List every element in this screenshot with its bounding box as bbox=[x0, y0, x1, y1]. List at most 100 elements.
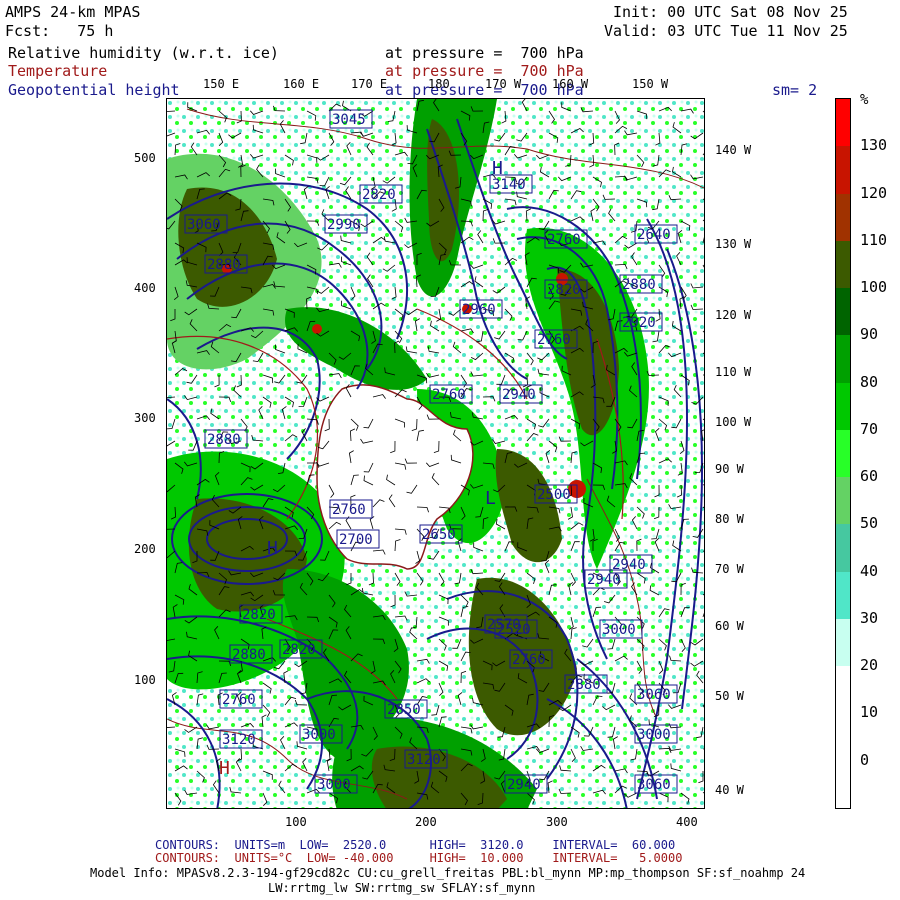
smoothing-label: sm= 2 bbox=[772, 81, 818, 99]
colorbar-label: 70 bbox=[860, 419, 879, 438]
height-label: 3120 bbox=[407, 752, 441, 768]
height-label: 2820 bbox=[282, 642, 316, 658]
height-label: 2940 bbox=[612, 557, 646, 573]
colorbar-label: 30 bbox=[860, 608, 879, 627]
height-label: 3045 bbox=[332, 112, 366, 128]
height-label: 2640 bbox=[637, 227, 671, 243]
colorbar-label: 0 bbox=[860, 750, 870, 769]
height-label: 2570 bbox=[487, 617, 521, 633]
low-pressure-marker: L bbox=[485, 488, 496, 509]
y-tick-label: 400 bbox=[134, 281, 156, 295]
contour-info-temp: CONTOURS: UNITS=°C LOW= -40.000 HIGH= 10… bbox=[155, 851, 683, 865]
colorbar-segment bbox=[836, 382, 850, 431]
height-label: 2760 bbox=[512, 652, 546, 668]
height-label: 2820 bbox=[362, 187, 396, 203]
colorbar-unit: % bbox=[860, 92, 869, 108]
height-label: 2700 bbox=[339, 532, 373, 548]
lon-label-right: 70 W bbox=[715, 562, 744, 576]
x-tick-label: 400 bbox=[676, 815, 698, 829]
model-info-physics: LW:rrtmg_lw SW:rrtmg_sw SFLAY:sf_mynn bbox=[268, 881, 536, 895]
colorbar-label: 90 bbox=[860, 325, 879, 344]
colorbar-label: 100 bbox=[860, 278, 888, 297]
height-label: 2940 bbox=[587, 572, 621, 588]
lon-label-right: 90 W bbox=[715, 462, 744, 476]
lon-label: 160 W bbox=[552, 77, 589, 91]
valid-time: Valid: 03 UTC Tue 11 Nov 25 bbox=[604, 22, 848, 40]
height-label: 3000 bbox=[602, 622, 636, 638]
height-label: 2820 bbox=[242, 607, 276, 623]
field-name-temp: Temperature bbox=[8, 62, 108, 80]
colorbar-segment bbox=[836, 571, 850, 620]
lon-label: 170 W bbox=[485, 77, 522, 91]
map-canvas: H L H H 3045 3140 3060 2990 2880 2820 2760 2640… bbox=[167, 99, 704, 808]
colorbar-segment bbox=[836, 760, 850, 809]
x-tick-label: 300 bbox=[546, 815, 568, 829]
colorbar-segment bbox=[836, 335, 850, 384]
height-label: 3060 bbox=[637, 777, 671, 793]
init-time: Init: 00 UTC Sat 08 Nov 25 bbox=[613, 3, 848, 21]
y-tick-label: 500 bbox=[134, 151, 156, 165]
colorbar-label: 60 bbox=[860, 467, 879, 486]
lon-label: 150 W bbox=[632, 77, 669, 91]
lon-label: 160 E bbox=[283, 77, 320, 91]
height-label: 2960 bbox=[462, 302, 496, 318]
lon-label-right: 50 W bbox=[715, 689, 744, 703]
high-pressure-marker: H bbox=[219, 758, 230, 779]
colorbar-segment bbox=[836, 713, 850, 762]
forecast-hour: Fcst: 75 h bbox=[5, 22, 114, 40]
colorbar bbox=[835, 98, 851, 809]
height-label: 3060 bbox=[187, 217, 221, 233]
colorbar-label: 20 bbox=[860, 656, 879, 675]
lon-label-right: 60 W bbox=[715, 619, 744, 633]
colorbar-segment bbox=[836, 524, 850, 573]
colorbar-segment bbox=[836, 146, 850, 195]
high-pressure-marker: H bbox=[267, 538, 278, 559]
lon-label-right: 130 W bbox=[715, 237, 752, 251]
height-label: 2940 bbox=[507, 777, 541, 793]
colorbar-segment bbox=[836, 618, 850, 667]
height-label: 2500 bbox=[537, 487, 571, 503]
y-tick-label: 200 bbox=[134, 542, 156, 556]
height-label: 2850 bbox=[387, 702, 421, 718]
lon-label: 170 E bbox=[351, 77, 388, 91]
height-label: 2760 bbox=[547, 232, 581, 248]
contour-info-height: CONTOURS: UNITS=m LOW= 2520.0 HIGH= 3120… bbox=[155, 838, 676, 852]
lon-label-right: 40 W bbox=[715, 783, 744, 797]
weather-map[interactable]: H L H H 3045 3140 3060 2990 2880 2820 2760 2640… bbox=[166, 98, 705, 809]
height-label: 2880 bbox=[207, 432, 241, 448]
high-pressure-marker: H bbox=[492, 158, 503, 179]
colorbar-label: 80 bbox=[860, 372, 879, 391]
height-label: 2820 bbox=[547, 282, 581, 298]
x-tick-label: 100 bbox=[285, 815, 307, 829]
height-label: 3060 bbox=[637, 687, 671, 703]
height-label: 2880 bbox=[232, 647, 266, 663]
colorbar-segment bbox=[836, 477, 850, 525]
colorbar-label: 110 bbox=[860, 230, 888, 249]
colorbar-label: 10 bbox=[860, 703, 879, 722]
height-label: 2760 bbox=[222, 692, 256, 708]
lon-label-right: 140 W bbox=[715, 143, 752, 157]
colorbar-segment bbox=[836, 193, 850, 242]
height-label: 3140 bbox=[492, 177, 526, 193]
lon-label: 180 bbox=[428, 77, 450, 91]
field-name-rh: Relative humidity (w.r.t. ice) bbox=[8, 44, 279, 62]
y-tick-label: 300 bbox=[134, 411, 156, 425]
colorbar-segment bbox=[836, 99, 850, 147]
lon-label: 150 E bbox=[203, 77, 240, 91]
lon-label-right: 110 W bbox=[715, 365, 752, 379]
x-tick-label: 200 bbox=[415, 815, 437, 829]
colorbar-segment bbox=[836, 429, 850, 478]
height-label: 3000 bbox=[637, 727, 671, 743]
height-label: 2880 bbox=[622, 277, 656, 293]
y-tick-label: 100 bbox=[134, 673, 156, 687]
height-label: 3000 bbox=[317, 777, 351, 793]
model-title: AMPS 24-km MPAS bbox=[5, 3, 141, 21]
height-label: 2920 bbox=[622, 315, 656, 331]
height-label: 2650 bbox=[422, 527, 456, 543]
lon-label-right: 80 W bbox=[715, 512, 744, 526]
lon-label-right: 100 W bbox=[715, 415, 752, 429]
colorbar-segment bbox=[836, 240, 850, 289]
height-label: 3000 bbox=[302, 727, 336, 743]
colorbar-label: 40 bbox=[860, 561, 879, 580]
colorbar-label: 120 bbox=[860, 183, 888, 202]
